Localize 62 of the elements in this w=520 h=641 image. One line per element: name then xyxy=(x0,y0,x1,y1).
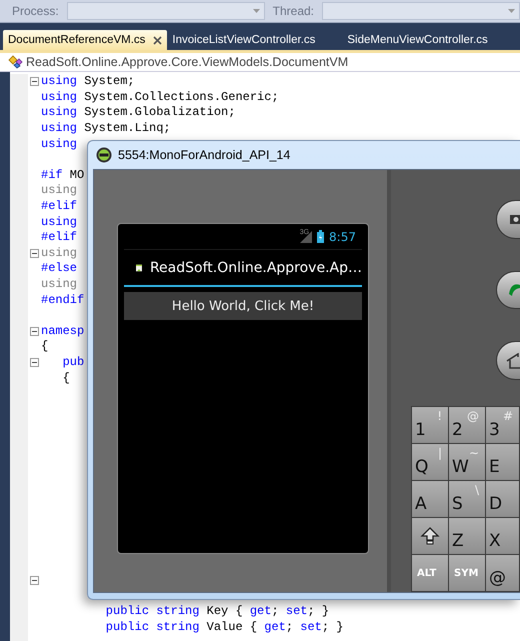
keyboard-key[interactable]: @ xyxy=(486,555,519,592)
dropdown-field[interactable] xyxy=(322,2,520,20)
code-line: public string Key { get; set; } xyxy=(104,604,330,620)
dropdown-field[interactable] xyxy=(66,2,265,20)
keyboard-key[interactable]: D xyxy=(486,481,519,518)
keyboard-key[interactable]: 3 # xyxy=(486,407,519,444)
caret-icon xyxy=(508,9,515,13)
code-line: using System.Linq; xyxy=(41,121,171,136)
keyboard-key[interactable]: S \ xyxy=(449,481,485,518)
keyboard-key[interactable]: W ~ xyxy=(449,444,485,480)
collapse-icon[interactable] xyxy=(30,576,39,586)
camera-icon xyxy=(510,213,520,226)
keyboard-key[interactable]: Z xyxy=(449,518,485,554)
home-button[interactable] xyxy=(496,341,520,380)
camera-button[interactable] xyxy=(496,200,520,239)
file-tab[interactable]: SideMenuViewController.cs xyxy=(342,30,493,50)
phone-icon xyxy=(508,282,520,298)
code-line: public string Value { get; set; } xyxy=(104,620,344,636)
close-icon[interactable] xyxy=(153,36,162,44)
file-tab[interactable]: InvoiceListViewController.cs xyxy=(167,30,320,50)
caret-icon xyxy=(252,9,260,13)
window-title: 5554:MonoForAndroid_API_14 xyxy=(118,148,290,162)
code-line: using xyxy=(41,246,78,261)
collapse-icon[interactable] xyxy=(30,77,39,86)
keyboard-key[interactable]: 1 ! xyxy=(412,407,448,444)
class-icon xyxy=(8,55,24,69)
code-line: #elif xyxy=(41,199,78,214)
code-line: using System; xyxy=(41,74,135,90)
hello-button[interactable]: Hello World, Click Me! xyxy=(124,292,362,320)
house-icon xyxy=(506,352,520,369)
collapse-icon[interactable] xyxy=(30,326,39,336)
clock-time: 8:57 xyxy=(329,230,356,244)
signal-icon xyxy=(300,230,312,242)
code-line: #elif xyxy=(41,230,78,246)
keyboard-key[interactable]: X xyxy=(486,518,519,554)
code-line: #endif xyxy=(41,292,84,308)
collapse-icon[interactable] xyxy=(30,358,39,367)
collapse-icon[interactable] xyxy=(30,248,39,258)
shift-arrow-icon xyxy=(420,526,440,546)
code-line: using xyxy=(41,136,78,152)
keyboard-key[interactable]: 2 @ xyxy=(449,407,485,444)
code-line: { xyxy=(41,339,48,354)
code-line: #if MO xyxy=(41,168,84,183)
code-line: using xyxy=(41,214,78,230)
code-line: using System.Collections.Generic; xyxy=(41,90,279,105)
code-line: using xyxy=(41,183,78,198)
code-line: pub xyxy=(62,354,84,370)
battery-icon xyxy=(317,230,324,243)
code-line: namesp xyxy=(41,324,84,339)
shift-key[interactable] xyxy=(412,518,448,554)
file-tab[interactable]: DocumentReferenceVM.cs xyxy=(3,30,168,50)
keyboard-key[interactable]: Q | xyxy=(412,444,448,480)
code-line: { xyxy=(62,370,70,386)
call-button[interactable] xyxy=(496,270,520,310)
field-label: Thread: xyxy=(272,4,314,18)
code-line: #else xyxy=(41,261,78,276)
code-line: using System.Globalization; xyxy=(41,105,236,120)
code-line: using xyxy=(41,277,78,292)
field-label: Process: xyxy=(12,4,59,18)
keyboard-key[interactable]: A xyxy=(412,481,448,518)
app-title: ReadSoft.Online.Approve.Ap… xyxy=(150,260,362,276)
keyboard-key[interactable]: E xyxy=(486,444,519,480)
